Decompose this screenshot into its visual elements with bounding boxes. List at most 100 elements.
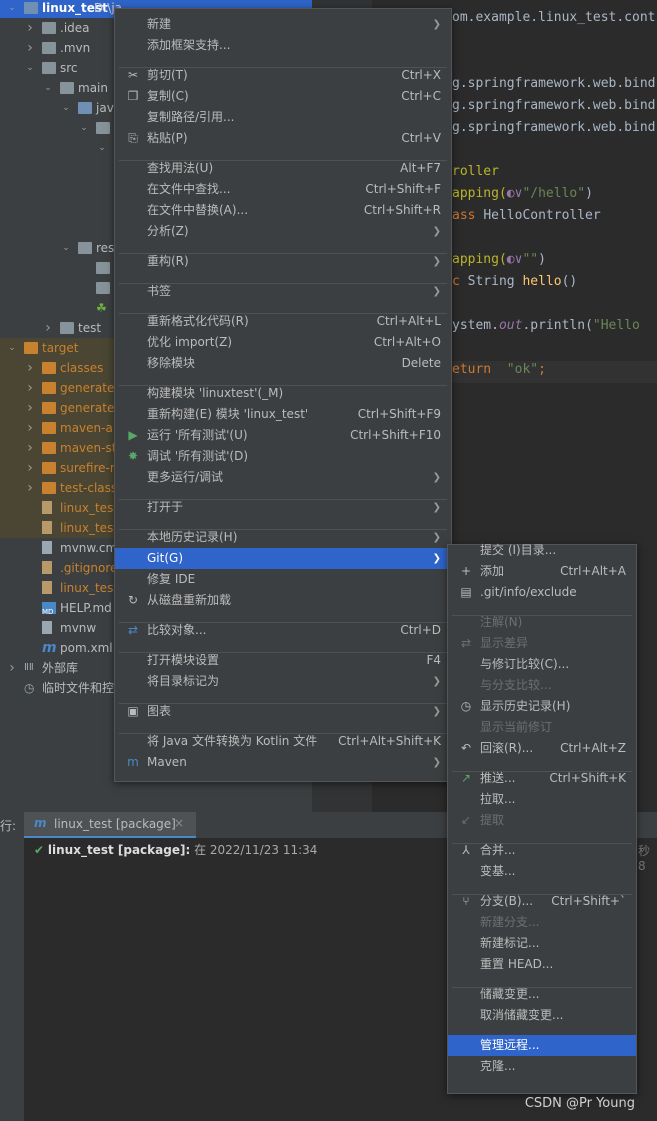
folder-icon [78, 102, 92, 114]
maven-icon: m [42, 640, 57, 656]
chevron-right-icon[interactable]: › [42, 318, 54, 338]
menu-item-h[interactable]: ◷ 显示历史记录(H) [448, 696, 636, 717]
menu-item-label: 将 Java 文件转换为 Kotlin 文件 [147, 734, 318, 748]
menu-item-item[interactable]: 新建 ❯ [115, 14, 451, 35]
menu-item-label: .git/info/exclude [480, 585, 577, 599]
folder-icon [42, 422, 56, 434]
menu-item-shortcut: Ctrl+Shift+` [551, 894, 626, 908]
chevron-right-icon[interactable]: › [24, 378, 36, 398]
menu-item-item[interactable]: 复制路径/引用... [115, 107, 451, 128]
chevron-right-icon: ❯ [432, 286, 441, 297]
menu-item-item[interactable]: 添加框架支持... [115, 35, 451, 56]
folder-icon [60, 82, 74, 94]
chevron-down-icon[interactable]: ⌄ [6, 0, 18, 18]
menu-item-c[interactable]: 与修订比较(C)... [448, 654, 636, 675]
folder-icon [78, 242, 92, 254]
menu-item-item[interactable]: ↻ 从磁盘重新加载 [115, 590, 451, 611]
menu-item-d[interactable]: ✸ 调试 '所有测试'(D) [115, 446, 451, 467]
chevron-right-icon[interactable]: › [24, 38, 36, 58]
menu-item-item[interactable]: ⅄ 合并... [448, 840, 636, 861]
code-token: "/hello" [522, 186, 586, 201]
code-token: "ok" [506, 362, 539, 377]
chevron-down-icon[interactable]: ⌄ [78, 118, 90, 138]
menu-item-item[interactable]: ↗ 推送... Ctrl+Shift+K [448, 768, 636, 789]
menu-item-u[interactable]: ▶ 运行 '所有测试'(U) Ctrl+Shift+F10 [115, 425, 451, 446]
run-icon: ▶ [128, 428, 138, 442]
chevron-right-icon[interactable]: › [24, 478, 36, 498]
menu-item-item[interactable]: 将目录标记为 ❯ [115, 671, 451, 692]
menu-item-p[interactable]: ⎘ 粘贴(P) Ctrl+V [115, 128, 451, 149]
menu-item-r[interactable]: 重新格式化代码(R) Ctrl+Alt+L [115, 311, 451, 332]
folder-icon [96, 122, 110, 134]
run-status-row[interactable]: ✔ linux_test [package]: 在 2022/11/23 11:… [34, 840, 317, 860]
menu-item-u[interactable]: 查找用法(U) Alt+F7 [115, 158, 451, 179]
menu-item-item[interactable]: 在文件中查找... Ctrl+Shift+F [115, 179, 451, 200]
chevron-down-icon[interactable]: ⌄ [60, 98, 72, 118]
code-token: om.example.linux_test.cont [452, 10, 656, 25]
tree-item-label: classes [60, 361, 104, 375]
menu-item-label: 新建 [147, 17, 172, 31]
menu-item-h[interactable]: 本地历史记录(H) ❯ [115, 527, 451, 548]
code-token: apping( [452, 252, 507, 267]
menu-item-i[interactable]: 提交 (I)目录... [448, 540, 636, 561]
menu-item-label: 更多运行/调试 [147, 470, 224, 484]
menu-item-item: 新建分支... [448, 912, 636, 933]
tree-item-label: src [60, 61, 78, 75]
close-icon[interactable]: × [174, 816, 184, 830]
menu-item-a[interactable]: 在文件中替换(A)... Ctrl+Shift+R [115, 200, 451, 221]
chevron-right-icon[interactable]: › [24, 18, 36, 38]
menu-item-item[interactable]: 更多运行/调试 ❯ [115, 467, 451, 488]
menu-item-r[interactable]: ↶ 回滚(R)... Ctrl+Alt+Z [448, 738, 636, 759]
tree-item-label: linux_test [60, 521, 119, 535]
chevron-down-icon[interactable]: ⌄ [24, 58, 36, 78]
menu-item-ide[interactable]: 修复 IDE [115, 569, 451, 590]
chevron-right-icon: ❯ [432, 553, 441, 564]
menu-item-import-z[interactable]: 优化 import(Z) Ctrl+Alt+O [115, 332, 451, 353]
chevron-down-icon[interactable]: ⌄ [96, 138, 108, 158]
chevron-down-icon[interactable]: ⌄ [6, 338, 18, 358]
menu-item-label: 分支(B)... [480, 894, 534, 908]
menu-item-item[interactable]: 新建标记... [448, 933, 636, 954]
menu-item-label: 查找用法(U) [147, 161, 214, 175]
menu-item-head[interactable]: 重置 HEAD... [448, 954, 636, 975]
menu-item-git-info-exclude[interactable]: ▤ .git/info/exclude [448, 582, 636, 603]
chevron-right-icon[interactable]: › [24, 438, 36, 458]
menu-item-item[interactable]: 书签 ❯ [115, 281, 451, 302]
menu-item-item[interactable]: ⇄ 比较对象... Ctrl+D [115, 620, 451, 641]
menu-item-item[interactable]: 取消储藏变更... [448, 1005, 636, 1026]
chevron-right-icon[interactable]: › [24, 358, 36, 378]
menu-item-item[interactable]: 移除模块 Delete [115, 353, 451, 374]
chevron-down-icon[interactable]: ⌄ [60, 238, 72, 258]
chevron-right-icon[interactable]: › [24, 418, 36, 438]
menu-item-r[interactable]: 重构(R) ❯ [115, 251, 451, 272]
menu-item-java-kotlin[interactable]: 将 Java 文件转换为 Kotlin 文件 Ctrl+Alt+Shift+K [115, 731, 451, 752]
chevron-right-icon[interactable]: › [6, 658, 18, 678]
menu-item-label: 与分支比较... [480, 678, 552, 692]
menu-item-c[interactable]: ❐ 复制(C) Ctrl+C [115, 86, 451, 107]
menu-item-item[interactable]: + 添加 Ctrl+Alt+A [448, 561, 636, 582]
menu-item-git-g[interactable]: Git(G) ❯ [115, 548, 451, 569]
run-tab[interactable]: m linux_test [package] × [24, 812, 196, 838]
menu-item-label: 复制路径/引用... [147, 110, 235, 124]
menu-item-item[interactable]: 拉取... [448, 789, 636, 810]
menu-item-item[interactable]: 变基... [448, 861, 636, 882]
code-line: ass HelloController [452, 208, 601, 223]
menu-item-maven[interactable]: m Maven ❯ [115, 752, 451, 773]
menu-item-item[interactable]: 打开模块设置 F4 [115, 650, 451, 671]
menu-item-item[interactable]: 储藏变更... [448, 984, 636, 1005]
chevron-right-icon[interactable]: › [24, 398, 36, 418]
menu-item-z[interactable]: 分析(Z) ❯ [115, 221, 451, 242]
menu-item-item[interactable]: ▣ 图表 ❯ [115, 701, 451, 722]
menu-item-b[interactable]: ⑂ 分支(B)... Ctrl+Shift+` [448, 891, 636, 912]
menu-item-t[interactable]: ✂ 剪切(T) Ctrl+X [115, 65, 451, 86]
menu-item-item[interactable]: 管理远程... [448, 1035, 636, 1056]
menu-item-e-linux-test[interactable]: 重新构建(E) 模块 'linux_test' Ctrl+Shift+F9 [115, 404, 451, 425]
chevron-right-icon[interactable]: › [24, 458, 36, 478]
menu-item-item[interactable]: 克隆... [448, 1056, 636, 1077]
code-line: c String hello() [452, 274, 577, 289]
menu-item-label: 显示当前修订 [480, 720, 553, 734]
menu-item-item[interactable]: 打开于 ❯ [115, 497, 451, 518]
menu-item-linuxtest-m[interactable]: 构建模块 'linuxtest'(_M) [115, 383, 451, 404]
chevron-down-icon[interactable]: ⌄ [42, 78, 54, 98]
tree-item-label: pom.xml [60, 641, 113, 655]
